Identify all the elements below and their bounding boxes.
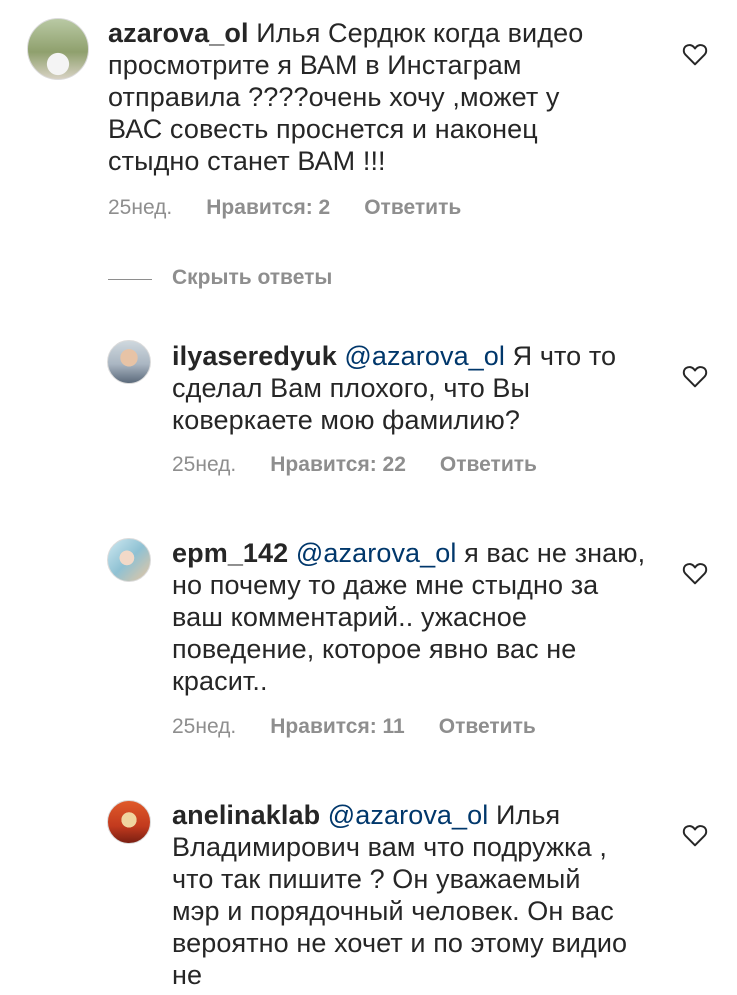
hide-replies-divider — [108, 279, 152, 280]
comment-time[interactable]: 25нед. — [172, 453, 236, 476]
heart-outline-icon[interactable] — [682, 364, 708, 388]
comment-text: ilyaseredyuk @azarova_ol Я что то сделал… — [172, 340, 642, 436]
comment-meta: 25нед. Нравится: 11 Ответить — [172, 715, 536, 739]
mention-link[interactable]: @azarova_ol — [328, 800, 489, 830]
comment-username[interactable]: azarova_ol — [108, 18, 249, 48]
heart-outline-icon[interactable] — [682, 561, 708, 585]
likes-count[interactable]: Нравится: 2 — [206, 196, 330, 219]
likes-count[interactable]: Нравится: 11 — [270, 715, 404, 738]
comment-text: azarova_ol Илья Сердюк когда видео просм… — [108, 17, 608, 177]
hide-replies-label[interactable]: Скрыть ответы — [172, 266, 332, 290]
reply-button[interactable]: Ответить — [440, 453, 537, 476]
comment-text: epm_142 @azarova_ol я вас не знаю, но по… — [172, 537, 652, 697]
heart-outline-icon[interactable] — [682, 823, 708, 847]
reply-button[interactable]: Ответить — [439, 715, 536, 738]
comment-meta: 25нед. Нравится: 2 Ответить — [108, 196, 461, 220]
avatar[interactable] — [27, 18, 89, 80]
avatar[interactable] — [107, 800, 151, 844]
comment-text: anelinaklab @azarova_ol Илья Владимирови… — [172, 799, 632, 991]
comment-username[interactable]: epm_142 — [172, 538, 288, 568]
comment-username[interactable]: anelinaklab — [172, 800, 320, 830]
comment-meta: 25нед. Нравится: 22 Ответить — [172, 453, 537, 477]
avatar[interactable] — [107, 538, 151, 582]
comment-time[interactable]: 25нед. — [172, 715, 236, 738]
reply-button[interactable]: Ответить — [364, 196, 461, 219]
mention-link[interactable]: @azarova_ol — [344, 341, 505, 371]
comment-username[interactable]: ilyaseredyuk — [172, 341, 337, 371]
comment-time[interactable]: 25нед. — [108, 196, 172, 219]
mention-link[interactable]: @azarova_ol — [296, 538, 457, 568]
likes-count[interactable]: Нравится: 22 — [270, 453, 406, 476]
avatar[interactable] — [107, 340, 151, 384]
heart-outline-icon[interactable] — [682, 42, 708, 66]
